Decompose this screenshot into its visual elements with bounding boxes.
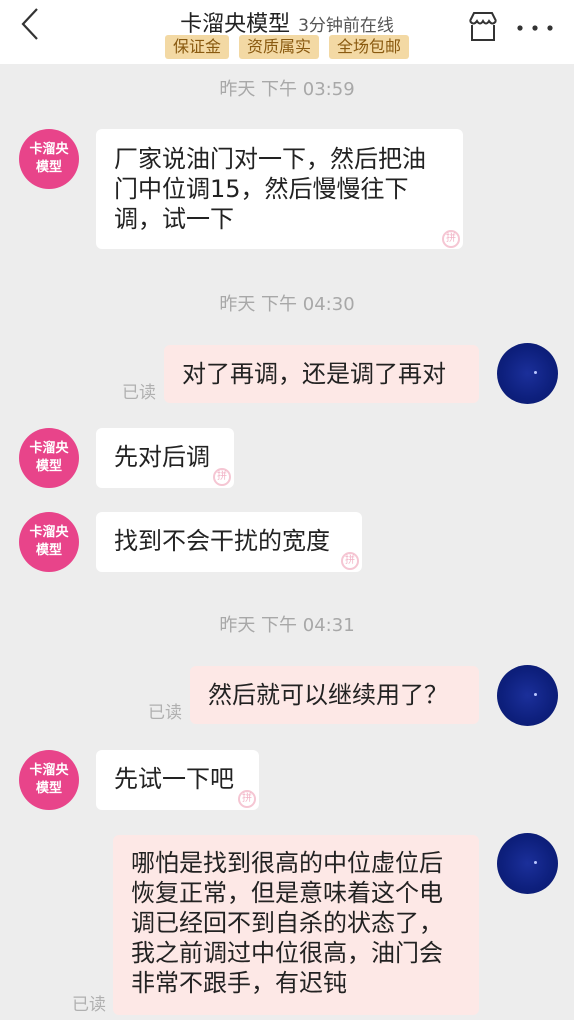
timestamp: 昨天 下午 04:30 [219,294,355,315]
store-icon [469,12,497,41]
tag-qualification[interactable]: 资质属实 [238,35,319,59]
timestamp: 昨天 下午 04:31 [219,615,355,636]
more-button[interactable] [515,14,555,42]
tag-free-shipping[interactable]: 全场包邮 [329,35,410,59]
store-button[interactable] [466,10,500,44]
user-avatar[interactable] [497,833,558,894]
avatar-text-line2: 模型 [35,781,62,796]
message-text: 厂家说油门对一下，然后把油门中位调15，然后慢慢往下调，试一下 [114,145,426,233]
online-status: 3分钟前在线 [298,16,394,36]
message-text: 找到不会干扰的宽度 [114,527,330,555]
pin-watermark-icon: 拼 [238,790,256,808]
shop-name[interactable]: 卡溜央模型 [180,12,290,37]
message-text: 哪怕是找到很高的中位虚位后恢复正常，但是意味着这个电调已经回不到自杀的状态了，我… [131,849,443,997]
timestamp: 昨天 下午 03:59 [219,79,355,100]
avatar-text-line1: 卡溜央 [29,763,69,778]
shop-avatar[interactable]: 卡溜央 模型 [19,428,79,488]
more-dots-icon [517,25,553,31]
pin-watermark-icon: 拼 [213,468,231,486]
avatar-text-line1: 卡溜央 [29,441,69,456]
read-receipt: 已读 [148,703,182,723]
user-avatar[interactable] [497,665,558,726]
message-text: 然后就可以继续用了？ [208,681,448,709]
message-bubble-outgoing[interactable]: 然后就可以继续用了？ [190,666,479,724]
avatar-text-line1: 卡溜央 [29,142,69,157]
chat-header: 卡溜央模型 3分钟前在线 保证金 资质属实 全场包邮 [0,0,574,64]
message-text: 对了再调，还是调了再对 [182,360,446,388]
message-text: 先试一下吧 [114,765,234,793]
shop-avatar[interactable]: 卡溜央 模型 [19,129,79,189]
tag-deposit[interactable]: 保证金 [164,35,229,59]
read-receipt: 已读 [72,995,106,1015]
message-bubble-incoming[interactable]: 找到不会干扰的宽度 拼 [96,512,362,572]
message-bubble-outgoing[interactable]: 对了再调，还是调了再对 [164,345,479,403]
avatar-text-line1: 卡溜央 [29,525,69,540]
read-receipt: 已读 [122,383,156,403]
avatar-text-line2: 模型 [35,459,62,474]
message-bubble-incoming[interactable]: 先对后调 拼 [96,428,234,488]
message-bubble-incoming[interactable]: 厂家说油门对一下，然后把油门中位调15，然后慢慢往下调，试一下 拼 [96,129,463,249]
shop-avatar[interactable]: 卡溜央 模型 [19,750,79,810]
pin-watermark-icon: 拼 [442,230,460,248]
message-text: 先对后调 [114,443,210,471]
user-avatar[interactable] [497,343,558,404]
avatar-text-line2: 模型 [35,160,62,175]
pin-watermark-icon: 拼 [341,552,359,570]
shop-avatar[interactable]: 卡溜央 模型 [19,512,79,572]
message-bubble-outgoing[interactable]: 哪怕是找到很高的中位虚位后恢复正常，但是意味着这个电调已经回不到自杀的状态了，我… [113,835,479,1015]
message-bubble-incoming[interactable]: 先试一下吧 拼 [96,750,259,810]
avatar-text-line2: 模型 [35,543,62,558]
